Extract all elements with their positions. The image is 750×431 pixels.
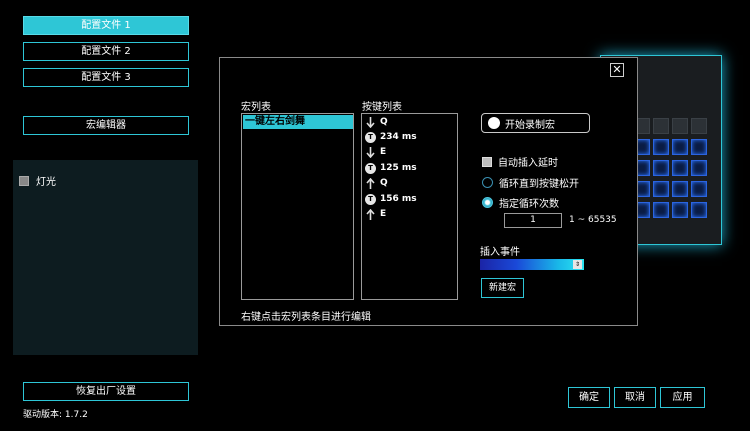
macro-dialog: ✕ 宏列表 一键左右剑舞 按键列表 Q T 234 ms E T 125 ms Q … [219, 57, 638, 326]
driver-version: 驱动版本: 1.7.2 [23, 410, 88, 420]
new-macro-button[interactable]: 新建宏 [481, 278, 524, 298]
ok-button[interactable]: 确定 [568, 387, 610, 408]
factory-reset-button[interactable]: 恢复出厂设置 [23, 382, 189, 401]
timer-icon: T [365, 193, 376, 205]
insert-event-label: 插入事件 [480, 247, 520, 258]
close-icon[interactable]: ✕ [610, 63, 624, 77]
loop-count-input[interactable]: 1 [504, 213, 562, 228]
loop-count-option[interactable]: 指定循环次数 [482, 195, 559, 210]
dropdown-arrow-icon[interactable]: ⇕ [573, 260, 582, 269]
edit-hint: 右键点击宏列表条目进行编辑 [241, 312, 371, 323]
arrow-down-icon [365, 146, 376, 158]
loop-count-label: 指定循环次数 [499, 199, 559, 210]
start-record-button[interactable]: 开始录制宏 [481, 113, 590, 133]
key-list[interactable]: Q T 234 ms E T 125 ms Q T 156 ms E [361, 113, 458, 300]
profile-2-button[interactable]: 配置文件 2 [23, 42, 189, 61]
timer-icon: T [365, 131, 376, 143]
loop-count-radio[interactable] [482, 197, 493, 208]
key-list-item[interactable]: E [365, 206, 386, 222]
arrow-down-icon [365, 116, 376, 128]
loop-until-release-radio[interactable] [482, 177, 493, 188]
cancel-button[interactable]: 取消 [614, 387, 656, 408]
key-list-item[interactable]: Q [365, 114, 388, 130]
timer-icon: T [365, 162, 376, 174]
key-list-item[interactable]: Q [365, 175, 388, 191]
record-icon [488, 117, 500, 129]
loop-until-release-option[interactable]: 循环直到按键松开 [482, 175, 579, 190]
macro-list-item[interactable]: 一键左右剑舞 [243, 115, 353, 129]
auto-delay-checkbox[interactable] [482, 156, 492, 167]
auto-delay-label: 自动插入延时 [498, 158, 558, 169]
key-list-title: 按键列表 [362, 102, 402, 113]
macro-list-title: 宏列表 [241, 102, 271, 113]
auto-delay-option[interactable]: 自动插入延时 [482, 154, 558, 169]
arrow-up-icon [365, 208, 376, 220]
key-list-item[interactable]: T 156 ms [365, 191, 417, 207]
arrow-up-icon [365, 177, 376, 189]
macro-list[interactable]: 一键左右剑舞 [241, 113, 354, 300]
loop-until-release-label: 循环直到按键松开 [499, 179, 579, 190]
apply-button[interactable]: 应用 [660, 387, 705, 408]
macro-editor-button[interactable]: 宏编辑器 [23, 116, 189, 135]
start-record-label: 开始录制宏 [505, 119, 555, 131]
lighting-label: 灯光 [36, 177, 56, 188]
key-list-item[interactable]: E [365, 144, 386, 160]
settings-panel: 灯光 [13, 160, 198, 355]
lighting-checkbox[interactable] [19, 176, 29, 186]
key-list-item[interactable]: T 234 ms [365, 129, 417, 145]
loop-range-label: 1 ~ 65535 [569, 215, 617, 225]
insert-event-select[interactable]: ⇕ [480, 259, 584, 270]
profile-1-button[interactable]: 配置文件 1 [23, 16, 189, 35]
key-list-item[interactable]: T 125 ms [365, 160, 417, 176]
profile-3-button[interactable]: 配置文件 3 [23, 68, 189, 87]
